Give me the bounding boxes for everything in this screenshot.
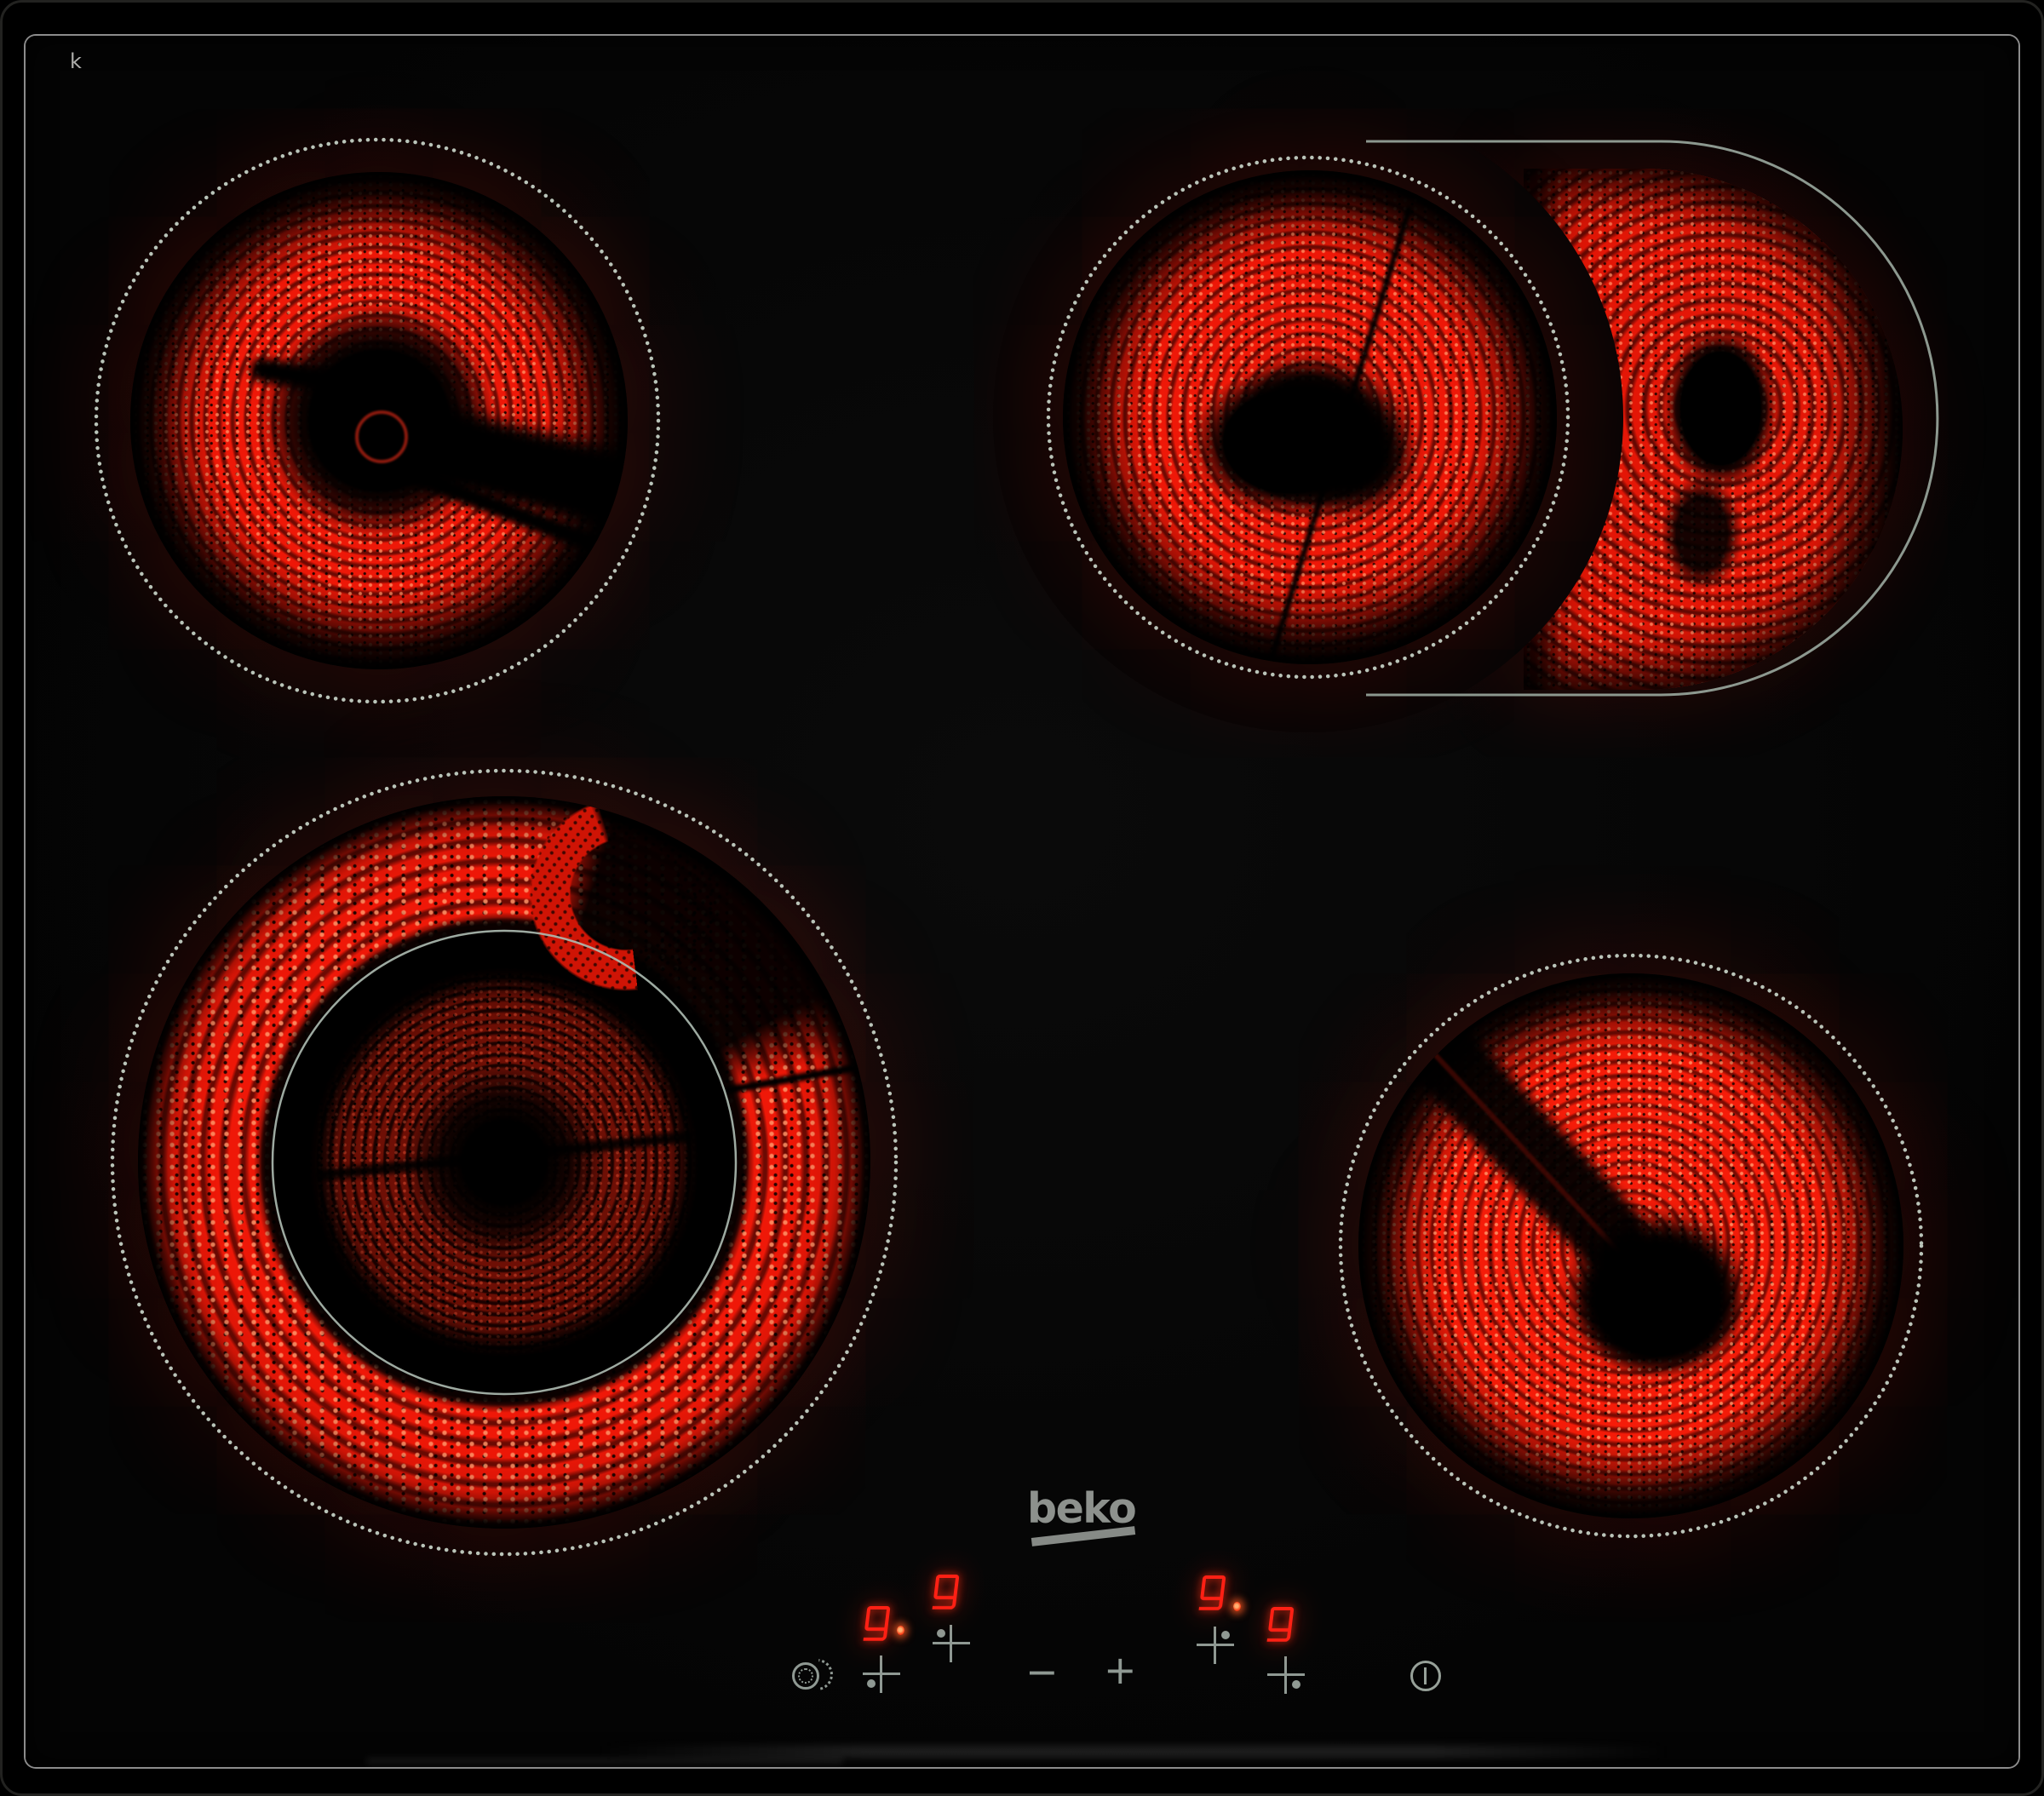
burner-front-left-inner xyxy=(307,965,702,1360)
display-value: 9 xyxy=(867,1606,868,1607)
display-dp-0 xyxy=(897,1626,904,1635)
zone-position-dot xyxy=(1292,1680,1300,1689)
coil-shadow xyxy=(1427,1046,1622,1254)
burner-back-left xyxy=(130,172,628,669)
burner-back-right xyxy=(1063,170,1557,664)
hob-scene: k beko − + 9 xyxy=(0,0,2044,1796)
zone-select-front-right[interactable] xyxy=(1266,1655,1306,1695)
display-front-left: 9 xyxy=(863,1606,890,1641)
coil-shadow xyxy=(725,1061,870,1094)
display-back-right: 9 xyxy=(1198,1575,1226,1610)
brand-logo-text: beko xyxy=(1027,1488,1146,1529)
burner-front-right xyxy=(1358,973,1903,1518)
display-back-left: 9 xyxy=(932,1575,959,1610)
zone-select-front-left[interactable] xyxy=(862,1655,901,1694)
ceramic-hob: k beko − + 9 xyxy=(0,0,2044,1796)
zone-select-back-right[interactable] xyxy=(1196,1626,1235,1665)
brand-logo: beko xyxy=(1027,1488,1146,1529)
zone-position-dot xyxy=(937,1629,945,1638)
glass-reflection xyxy=(366,1758,843,1764)
coil-shadow xyxy=(1220,336,1434,537)
zone-position-dot xyxy=(867,1679,876,1688)
zone-select-back-left[interactable] xyxy=(932,1624,971,1663)
coil-shadow xyxy=(249,356,391,404)
minus-button[interactable]: − xyxy=(1025,1652,1059,1691)
power-bar xyxy=(1424,1667,1427,1684)
dual-zone-inner-ring xyxy=(798,1668,813,1684)
dual-zone-icon[interactable] xyxy=(790,1657,835,1695)
glass-reflection xyxy=(596,1746,1669,1758)
zone-position-dot xyxy=(1221,1631,1230,1639)
power-icon[interactable] xyxy=(1410,1661,1441,1691)
coil-shadow xyxy=(1576,1220,1737,1365)
display-front-right: 9 xyxy=(1266,1607,1294,1642)
glass-corner-mark: k xyxy=(70,49,83,73)
display-dp-2 xyxy=(1233,1602,1241,1611)
coil-center-ring xyxy=(355,410,408,463)
plus-button[interactable]: + xyxy=(1104,1650,1137,1690)
coil-shadow xyxy=(316,1131,693,1181)
display-value: 9 xyxy=(1271,1607,1272,1608)
